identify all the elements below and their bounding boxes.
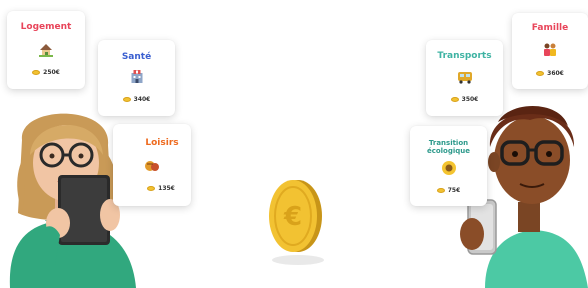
coin-icon bbox=[536, 71, 545, 76]
amount-value: 340€ bbox=[133, 96, 151, 103]
card-title: Loisirs bbox=[145, 138, 179, 148]
amount-value: 350€ bbox=[461, 96, 479, 103]
card-amount: 250€ bbox=[7, 69, 85, 76]
amount-value: 250€ bbox=[43, 69, 60, 76]
card-amount: 340€ bbox=[98, 96, 175, 103]
card-title-line2: écologique bbox=[426, 147, 471, 155]
coin-symbol: € bbox=[283, 202, 302, 232]
hospital-icon bbox=[131, 70, 142, 83]
budget-card-famille: Famille 360€ bbox=[512, 13, 588, 89]
card-title: Transports bbox=[437, 51, 492, 61]
amount-value: 75€ bbox=[447, 187, 461, 194]
budget-card-logement: Logement 250€ bbox=[7, 11, 85, 89]
card-title-line1: Transition bbox=[428, 139, 469, 147]
amount-value: 135€ bbox=[158, 185, 175, 192]
budget-card-loisirs: Loisirs 135€ bbox=[113, 124, 191, 206]
card-title: Famille bbox=[531, 23, 569, 33]
coin-icon bbox=[122, 97, 131, 102]
sunflower-icon bbox=[441, 161, 456, 175]
coin-icon bbox=[147, 186, 156, 191]
card-amount: 360€ bbox=[512, 70, 588, 77]
budget-card-transports: Transports 350€ bbox=[426, 40, 503, 116]
card-title: Logement bbox=[20, 22, 72, 32]
euro-coin-illustration: € bbox=[269, 180, 324, 265]
amount-value: 360€ bbox=[547, 70, 564, 77]
coin-icon bbox=[450, 97, 459, 102]
leisure-icon bbox=[145, 161, 159, 171]
coin-icon bbox=[32, 70, 41, 75]
card-amount: 135€ bbox=[131, 185, 191, 192]
bus-icon bbox=[457, 72, 472, 84]
house-icon bbox=[39, 44, 53, 57]
family-icon bbox=[544, 43, 556, 56]
card-title: Santé bbox=[121, 52, 152, 62]
card-amount: 75€ bbox=[410, 187, 487, 194]
budget-card-sante: Santé 340€ bbox=[98, 40, 175, 116]
card-amount: 350€ bbox=[426, 96, 503, 103]
coin-icon bbox=[436, 188, 445, 193]
budget-card-transition-ecologique: Transition écologique 75€ bbox=[410, 126, 487, 206]
